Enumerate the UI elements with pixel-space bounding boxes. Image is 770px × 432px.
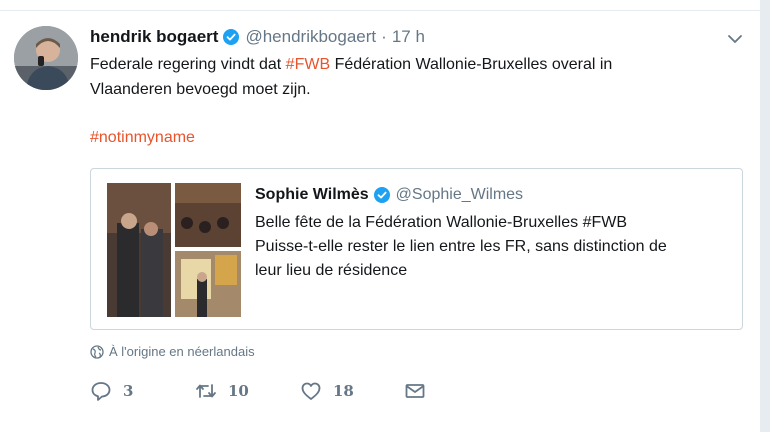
reply-icon [91, 382, 111, 401]
chevron-down-icon[interactable] [726, 30, 744, 48]
like-count: 18 [333, 382, 354, 400]
tweet-text-line-1: Federale regering vindt dat #FWB Fédérat… [90, 52, 710, 77]
quoted-text-line: Belle fête de la Fédération Wallonie-Bru… [255, 214, 628, 231]
reply-button[interactable]: 3 [90, 380, 133, 402]
tweet-text-line-2: Vlaanderen bevoegd moet zijn. [90, 81, 311, 98]
tweet-text: Federale regering vindt dat #FWB Fédérat… [90, 52, 710, 150]
verified-badge-icon [373, 187, 390, 203]
quoted-header: Sophie Wilmès @Sophie_Wilmes [255, 186, 523, 204]
quoted-author-name[interactable]: Sophie Wilmès [255, 186, 369, 204]
quoted-text-line: leur lieu de résidence [255, 262, 408, 279]
message-icon [405, 384, 425, 398]
retweet-icon [196, 384, 216, 398]
hashtag-link[interactable]: #notinmyname [90, 125, 710, 150]
quoted-tweet[interactable]: Sophie Wilmès @Sophie_Wilmes Belle fête … [90, 168, 743, 330]
retweet-count: 10 [228, 382, 249, 400]
reply-count: 3 [123, 382, 134, 400]
tweet-header: hendrik bogaert @hendrikbogaert · 17 h [90, 27, 425, 47]
author-name[interactable]: hendrik bogaert [90, 27, 218, 47]
translation-label: À l'origine en néerlandais [109, 344, 255, 359]
retweet-button[interactable]: 10 [195, 380, 249, 402]
heart-icon [301, 382, 321, 400]
quoted-text-line: Puisse-t-elle rester le lien entre les F… [255, 238, 667, 255]
direct-message-button[interactable] [404, 380, 437, 402]
globe-icon [90, 344, 104, 359]
translation-note[interactable]: À l'origine en néerlandais [90, 344, 255, 359]
tweet-text-part: Fédération Wallonie-Bruxelles overal in [330, 56, 613, 73]
hashtag-link[interactable]: #FWB [286, 56, 330, 73]
quoted-media-image[interactable] [107, 183, 241, 317]
time-separator: · [381, 27, 387, 46]
tweet-time[interactable]: 17 h [392, 27, 425, 47]
author-avatar[interactable] [14, 26, 78, 90]
author-handle[interactable]: @hendrikbogaert [245, 27, 376, 47]
tweet-text-part: Federale regering vindt dat [90, 56, 286, 73]
quoted-author-handle[interactable]: @Sophie_Wilmes [396, 186, 523, 204]
tweet-actions: 3 10 18 [90, 380, 490, 408]
quoted-text: Belle fête de la Fédération Wallonie-Bru… [255, 211, 735, 283]
scroll-gutter [760, 0, 770, 432]
verified-badge-icon [223, 29, 240, 45]
like-button[interactable]: 18 [300, 380, 354, 402]
top-divider [0, 10, 770, 11]
